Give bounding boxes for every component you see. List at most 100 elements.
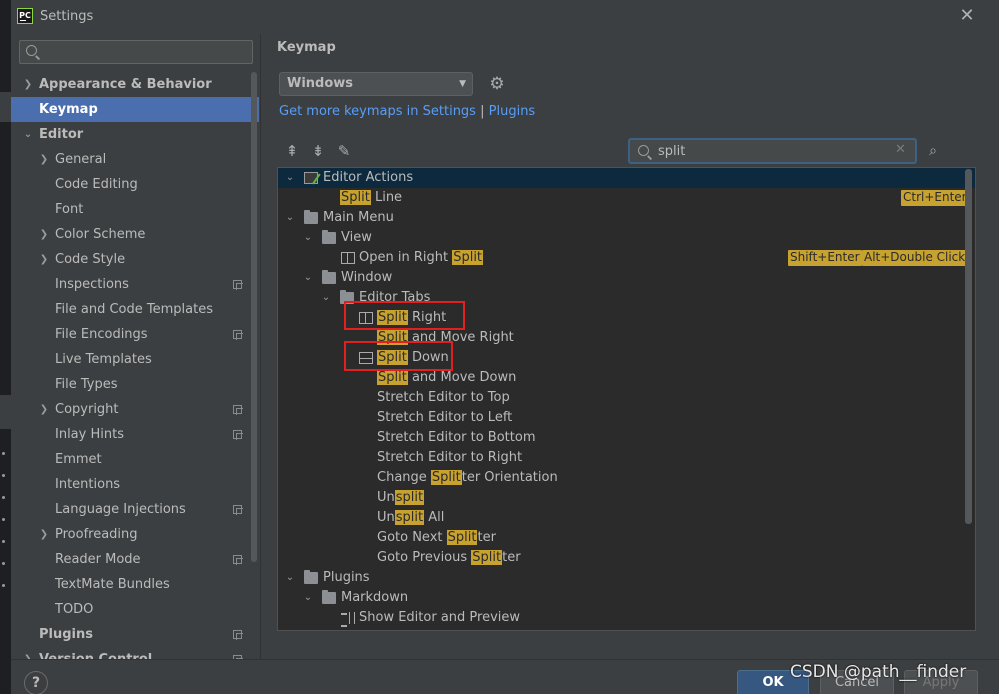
clear-icon[interactable]: ✕ bbox=[895, 142, 906, 157]
sidebar-item-file-types[interactable]: File Types bbox=[11, 372, 259, 397]
tree-row-stretch-right[interactable]: Stretch Editor to Right bbox=[278, 448, 975, 468]
shortcut-badge: Shift+Enter bbox=[788, 250, 862, 266]
tree-row-open-in-right-split[interactable]: Open in Right Split Shift+Enter Alt+Doub… bbox=[278, 248, 975, 268]
tree-row-change-splitter-orientation[interactable]: Change Splitter Orientation bbox=[278, 468, 975, 488]
sidebar-item-reader-mode[interactable]: Reader Mode bbox=[11, 547, 259, 572]
sidebar-item-label: Proofreading bbox=[55, 527, 138, 542]
chevron-right-icon: ❯ bbox=[39, 529, 49, 540]
tree-row-unsplit-all[interactable]: Unsplit All bbox=[278, 508, 975, 528]
folder-icon bbox=[340, 290, 354, 304]
chevron-down-icon: ⌄ bbox=[303, 592, 313, 603]
close-icon[interactable]: ✕ bbox=[957, 6, 977, 26]
sidebar-item-editor[interactable]: ⌄ Editor bbox=[11, 122, 259, 147]
collapse-all-icon[interactable]: ⇟ bbox=[308, 141, 328, 161]
sidebar-item-general[interactable]: ❯ General bbox=[11, 147, 259, 172]
sidebar-item-label: Copyright bbox=[55, 402, 119, 417]
sidebar-item-appearance[interactable]: ❯ Appearance & Behavior bbox=[11, 72, 259, 97]
tree-row-label: Window bbox=[341, 270, 393, 285]
sidebar-item-label: Inlay Hints bbox=[55, 427, 124, 442]
plugins-link[interactable]: Plugins bbox=[489, 104, 536, 119]
tree-row-label: Change Splitter Orientation bbox=[377, 468, 558, 488]
sidebar-item-file-templates[interactable]: File and Code Templates bbox=[11, 297, 259, 322]
tree-row-split-and-move-down[interactable]: Split and Move Down bbox=[278, 368, 975, 388]
tree-row-editor-actions[interactable]: ⌄ Editor Actions bbox=[278, 168, 975, 188]
tree-row-label: Editor Actions bbox=[323, 170, 414, 185]
sidebar-item-language-injections[interactable]: Language Injections bbox=[11, 497, 259, 522]
settings-search-input[interactable] bbox=[42, 43, 247, 61]
sidebar-item-textmate-bundles[interactable]: TextMate Bundles bbox=[11, 572, 259, 597]
sidebar-item-intentions[interactable]: Intentions bbox=[11, 472, 259, 497]
sidebar-item-proofreading[interactable]: ❯ Proofreading bbox=[11, 522, 259, 547]
tree-row-plugins[interactable]: ⌄ Plugins bbox=[278, 568, 975, 588]
tree-row-markdown[interactable]: ⌄ Markdown bbox=[278, 588, 975, 608]
search-icon bbox=[26, 45, 37, 56]
search-match: Split bbox=[377, 370, 408, 385]
sidebar-item-code-style[interactable]: ❯ Code Style bbox=[11, 247, 259, 272]
edit-pencil-icon[interactable]: ✎ bbox=[334, 141, 354, 161]
gear-icon[interactable]: ⚙ bbox=[487, 74, 507, 94]
sidebar-item-label: Keymap bbox=[39, 102, 98, 117]
background-dot bbox=[2, 540, 5, 543]
sidebar-item-font[interactable]: Font bbox=[11, 197, 259, 222]
sidebar-item-inspections[interactable]: Inspections bbox=[11, 272, 259, 297]
get-more-keymaps-link[interactable]: Get more keymaps in Settings bbox=[279, 104, 476, 119]
chevron-right-icon: ❯ bbox=[39, 404, 49, 415]
search-match: Split bbox=[471, 550, 503, 565]
sidebar-item-plugins[interactable]: Plugins bbox=[11, 622, 259, 647]
tree-row-label: Open in Right Split bbox=[359, 248, 484, 268]
tree-row-stretch-left[interactable]: Stretch Editor to Left bbox=[278, 408, 975, 428]
panel-divider bbox=[260, 34, 261, 659]
chevron-down-icon: ▼ bbox=[459, 79, 466, 89]
sidebar-item-file-encodings[interactable]: File Encodings bbox=[11, 322, 259, 347]
sidebar-item-inlay-hints[interactable]: Inlay Hints bbox=[11, 422, 259, 447]
keymap-dropdown-value: Windows bbox=[287, 76, 354, 91]
find-by-shortcut-icon[interactable]: ⌕ bbox=[923, 141, 943, 161]
tree-row-split-right[interactable]: Split Right bbox=[278, 308, 975, 328]
tree-row-split-and-move-right[interactable]: Split and Move Right bbox=[278, 328, 975, 348]
sidebar-item-copyright[interactable]: ❯ Copyright bbox=[11, 397, 259, 422]
sidebar-item-color-scheme[interactable]: ❯ Color Scheme bbox=[11, 222, 259, 247]
background-dot bbox=[2, 562, 5, 565]
chevron-right-icon: ❯ bbox=[39, 254, 49, 265]
sidebar-item-todo[interactable]: TODO bbox=[11, 597, 259, 622]
tree-row-view[interactable]: ⌄ View bbox=[278, 228, 975, 248]
action-filter-input[interactable] bbox=[658, 142, 888, 160]
text-suffix: ter bbox=[477, 530, 496, 545]
footer-divider bbox=[11, 659, 999, 660]
tree-row-goto-previous-splitter[interactable]: Goto Previous Splitter bbox=[278, 548, 975, 568]
background-dot bbox=[2, 452, 5, 455]
action-filter-field[interactable]: ✕ bbox=[628, 138, 917, 164]
settings-search-field[interactable] bbox=[19, 40, 253, 64]
tree-row-editor-tabs[interactable]: ⌄ Editor Tabs bbox=[278, 288, 975, 308]
tree-row-label: View bbox=[341, 230, 372, 245]
tree-row-show-editor-and-preview[interactable]: Show Editor and Preview bbox=[278, 608, 975, 628]
chevron-down-icon: ⌄ bbox=[285, 212, 295, 223]
sidebar-item-code-editing[interactable]: Code Editing bbox=[11, 172, 259, 197]
sidebar-item-label: TextMate Bundles bbox=[55, 577, 170, 592]
tree-row-stretch-bottom[interactable]: Stretch Editor to Bottom bbox=[278, 428, 975, 448]
editor-actions-icon bbox=[304, 172, 318, 184]
tree-row-main-menu[interactable]: ⌄ Main Menu bbox=[278, 208, 975, 228]
tree-row-window[interactable]: ⌄ Window bbox=[278, 268, 975, 288]
tree-row-goto-next-splitter[interactable]: Goto Next Splitter bbox=[278, 528, 975, 548]
background-dot bbox=[2, 496, 5, 499]
tree-row-label: Split Right bbox=[377, 308, 446, 328]
tree-row-label: Main Menu bbox=[323, 210, 394, 225]
tree-row-unsplit[interactable]: Unsplit bbox=[278, 488, 975, 508]
sidebar-item-keymap[interactable]: Keymap bbox=[11, 97, 259, 122]
split-vertically-icon bbox=[341, 252, 355, 264]
chevron-down-icon: ⌄ bbox=[321, 292, 331, 303]
sidebar-item-emmet[interactable]: Emmet bbox=[11, 447, 259, 472]
tree-row-split-line[interactable]: Split Line Ctrl+Enter bbox=[278, 188, 975, 208]
expand-all-icon[interactable]: ⇞ bbox=[282, 141, 302, 161]
tree-row-split-down[interactable]: Split Down bbox=[278, 348, 975, 368]
sidebar-item-label: File Encodings bbox=[55, 327, 148, 342]
sidebar-item-live-templates[interactable]: Live Templates bbox=[11, 347, 259, 372]
sidebar-scrollbar[interactable] bbox=[251, 72, 257, 562]
help-button[interactable]: ? bbox=[24, 671, 48, 694]
keymap-dropdown[interactable]: Windows ▼ bbox=[279, 72, 473, 96]
sidebar-item-version-control[interactable]: ❯ Version Control bbox=[11, 647, 259, 659]
text-prefix: Un bbox=[377, 510, 395, 525]
tree-row-stretch-top[interactable]: Stretch Editor to Top bbox=[278, 388, 975, 408]
tree-scrollbar[interactable] bbox=[965, 169, 972, 524]
